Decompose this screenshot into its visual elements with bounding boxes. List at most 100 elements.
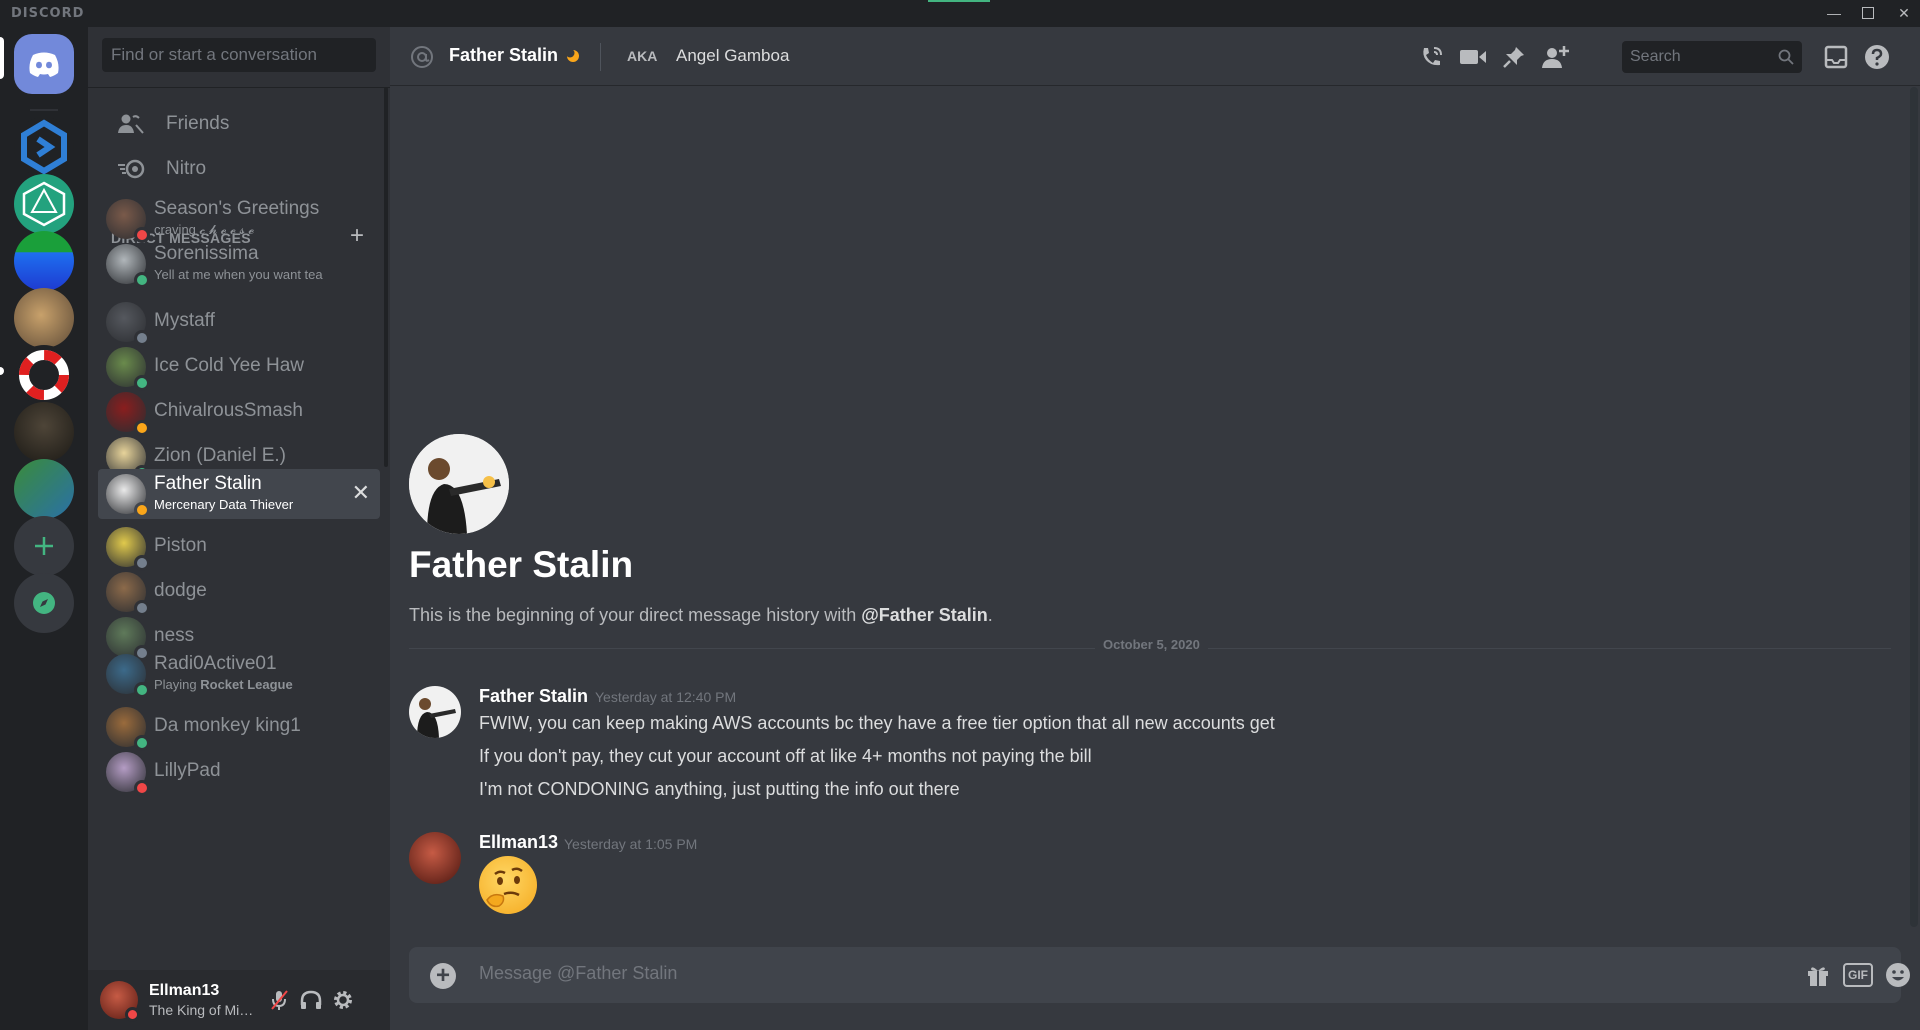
dm-activity-prefix: Playing — [154, 677, 201, 692]
update-indicator — [928, 0, 990, 2]
add-server-button[interactable] — [14, 516, 74, 576]
gift-button[interactable] — [1803, 961, 1833, 989]
video-call-button[interactable] — [1459, 43, 1487, 71]
dm-item[interactable]: Season's Greetings craving 𝓬 𝓱 𝓮 𝓮 𝓼 𝓮 — [98, 194, 380, 244]
dm-item[interactable]: Radi0Active01 Playing Rocket League — [98, 649, 380, 699]
close-dm-button[interactable]: ✕ — [352, 480, 370, 506]
d20-icon — [22, 181, 66, 227]
dm-name: Sorenissima — [154, 243, 259, 264]
header-recipient-name: Father Stalin — [449, 45, 559, 65]
emoji-picker-button[interactable] — [1883, 961, 1913, 989]
dm-item[interactable]: LillyPad — [98, 747, 380, 797]
dm-custom-status: Yell at me when you want tea — [154, 267, 323, 282]
gif-icon: GIF — [1843, 963, 1873, 987]
intro-suffix: . — [987, 605, 993, 625]
help-button[interactable] — [1863, 43, 1891, 71]
intro-mention[interactable]: @Father Stalin — [861, 605, 988, 625]
recipient-large-avatar[interactable] — [409, 434, 509, 534]
server-d20-icon[interactable] — [14, 174, 74, 234]
nav-label-friends: Friends — [166, 113, 230, 134]
pinned-messages-button[interactable] — [1500, 43, 1528, 71]
nav-item-friends[interactable]: Friends — [98, 99, 380, 149]
dm-name: Radi0Active01 — [154, 653, 277, 674]
plus-icon — [35, 537, 53, 555]
add-friends-to-dm-button[interactable] — [1541, 43, 1569, 71]
video-call-icon — [1460, 50, 1486, 64]
message-author[interactable]: Father Stalin — [479, 686, 588, 707]
dm-name: Season's Greetings — [154, 198, 320, 219]
dm-name: Zion (Daniel E.) — [154, 445, 286, 466]
help-icon — [1865, 45, 1889, 69]
header-nickname: Angel Gamboa — [676, 46, 790, 65]
dm-name: ChivalrousSmash — [154, 400, 303, 421]
explore-servers-button[interactable] — [14, 573, 74, 633]
dm-name: Mystaff — [154, 310, 215, 331]
maximize-button[interactable] — [1858, 3, 1878, 23]
dm-item[interactable]: dodge — [98, 567, 380, 617]
status-idle-indicator — [134, 502, 150, 518]
title-bar: DISCORD — ✕ — [0, 0, 1920, 27]
header-search-input[interactable]: Search — [1622, 41, 1802, 73]
date-divider: October 5, 2020 — [1095, 637, 1208, 652]
hexagon-logo-icon — [21, 119, 67, 175]
status-dnd-indicator — [134, 780, 150, 796]
muted-mic-icon — [271, 990, 288, 1010]
dm-item[interactable]: Mystaff — [98, 297, 380, 347]
sidebar-divider — [88, 87, 390, 88]
message-text: If you don't pay, they cut your account … — [479, 746, 1092, 766]
user-settings-button[interactable] — [330, 987, 356, 1013]
smiley-icon — [1886, 963, 1910, 987]
message-avatar[interactable] — [409, 832, 461, 884]
voice-call-icon — [1423, 47, 1442, 66]
pin-icon — [1503, 47, 1524, 68]
nav-label-nitro: Nitro — [166, 158, 207, 179]
server-heart-icon[interactable] — [14, 231, 74, 291]
gear-icon — [334, 991, 352, 1009]
father-stalin-avatar-icon — [409, 686, 461, 738]
inbox-button[interactable] — [1822, 43, 1850, 71]
close-window-button[interactable]: ✕ — [1894, 3, 1914, 23]
minimize-button[interactable]: — — [1824, 3, 1844, 23]
nav-item-nitro[interactable]: Nitro — [98, 144, 380, 194]
server-minecraft-icon[interactable] — [14, 459, 74, 519]
sidebar-scrollbar[interactable] — [384, 87, 388, 467]
upload-button[interactable]: + — [430, 963, 456, 989]
home-button[interactable] — [14, 34, 74, 94]
recipient-photo-icon — [409, 434, 509, 534]
message-text: I'm not CONDONING anything, just putting… — [479, 779, 960, 799]
deafen-button[interactable] — [298, 987, 324, 1013]
voice-call-button[interactable] — [1418, 43, 1446, 71]
headphones-icon — [300, 990, 322, 1009]
server-wisp-icon[interactable] — [14, 402, 74, 462]
at-sign-icon — [411, 46, 433, 68]
server-separator — [30, 109, 58, 111]
mute-button[interactable] — [266, 987, 292, 1013]
home-selected-indicator — [0, 37, 4, 79]
dm-name: Father Stalin — [154, 473, 262, 494]
message-author[interactable]: Ellman13 — [479, 832, 558, 853]
idle-moon-icon — [566, 49, 579, 62]
dm-item[interactable]: Da monkey king1 — [98, 702, 380, 752]
chat-scrollbar[interactable] — [1910, 87, 1918, 927]
server-list — [0, 27, 88, 1030]
nitro-icon — [114, 154, 148, 184]
dm-item[interactable]: Sorenissima Yell at me when you want tea — [98, 239, 380, 289]
server-lifebuoy-icon[interactable] — [14, 345, 74, 405]
server-photo-icon[interactable] — [14, 288, 74, 348]
aka-label: AKA — [627, 48, 658, 64]
dm-name: Ice Cold Yee Haw — [154, 355, 304, 376]
intro-text: This is the beginning of your direct mes… — [409, 605, 993, 626]
gif-button[interactable]: GIF — [1843, 961, 1873, 989]
user-panel: Ellman13 The King of Mischief — [88, 970, 390, 1030]
dm-item[interactable]: ChivalrousSmash — [98, 387, 380, 437]
thinking-face-emoji-icon[interactable] — [479, 856, 537, 914]
message-avatar[interactable] — [409, 686, 461, 738]
dm-item[interactable]: Ice Cold Yee Haw — [98, 342, 380, 392]
find-conversation-input[interactable]: Find or start a conversation — [102, 38, 376, 72]
dm-item[interactable]: Piston — [98, 522, 380, 572]
message-input[interactable]: Message @Father Stalin — [479, 963, 677, 984]
intro-prefix: This is the beginning of your direct mes… — [409, 605, 862, 625]
server-hex-icon[interactable] — [14, 117, 74, 177]
status-online-indicator — [134, 272, 150, 288]
dm-item[interactable]: Father Stalin Mercenary Data Thiever ✕ — [98, 469, 380, 519]
